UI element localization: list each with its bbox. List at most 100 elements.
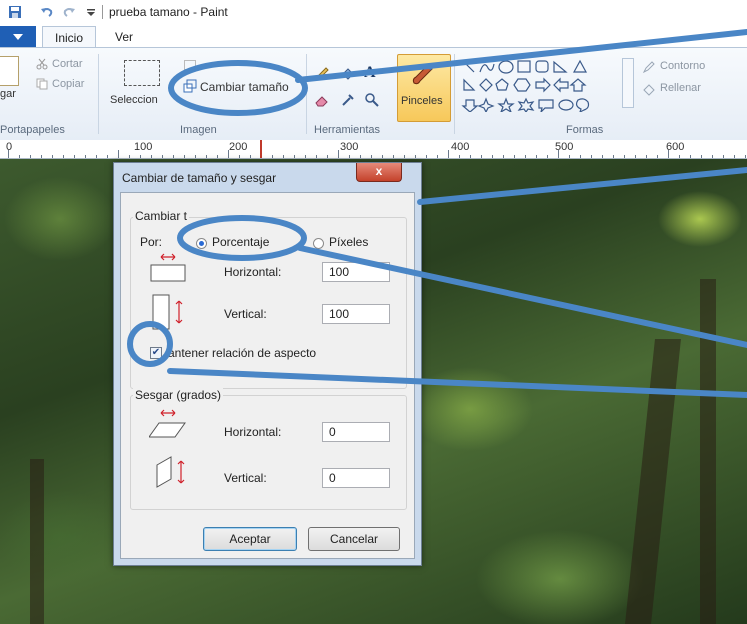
ribbon: gar Cortar Copiar Portapapeles Seleccion…: [0, 47, 747, 141]
ruler-tick: [195, 155, 196, 158]
ruler-tick: [646, 155, 647, 158]
shapes-group-label: Formas: [566, 124, 604, 136]
ruler-tick: [305, 155, 306, 158]
ruler-tick: [481, 155, 482, 158]
horizontal-input[interactable]: [322, 262, 390, 282]
ruler-tick: [96, 155, 97, 158]
ruler-tick: [118, 150, 119, 158]
clipboard-group-label: Portapapeles: [0, 124, 65, 136]
ruler-tick: [536, 155, 537, 158]
title-bar: prueba tamano - Paint: [0, 0, 747, 24]
ruler-tick: [162, 155, 163, 158]
ruler-tick: [426, 155, 427, 158]
skew-vertical-input[interactable]: [322, 468, 390, 488]
select-button[interactable]: Seleccion: [110, 94, 158, 106]
by-label: Por:: [140, 235, 163, 249]
copy-button[interactable]: Copiar: [52, 78, 84, 90]
ruler-label: 400: [451, 141, 470, 153]
dialog-close-button[interactable]: x: [356, 163, 402, 182]
eraser-icon[interactable]: [314, 92, 330, 108]
skew-horizontal-input[interactable]: [322, 422, 390, 442]
dialog-body: Cambiar t Por: Porcentaje Píxeles Horizo…: [120, 192, 415, 559]
ruler-tick: [448, 150, 449, 158]
ruler-tick: [591, 155, 592, 158]
tab-ver[interactable]: Ver: [104, 26, 144, 48]
fill-button[interactable]: Rellenar: [660, 82, 701, 94]
ruler-tick: [129, 155, 130, 158]
redo-icon[interactable]: [62, 5, 76, 19]
paint-window: prueba tamano - Paint Inicio Ver gar Cor…: [0, 0, 747, 624]
group-separator: [98, 54, 99, 134]
vertical-skew-icon: [156, 456, 185, 488]
ruler-tick: [525, 155, 526, 158]
copy-icon: [36, 78, 48, 90]
ruler-tick: [657, 155, 658, 158]
cancel-button[interactable]: Cancelar: [308, 527, 400, 551]
ruler-tick: [327, 155, 328, 158]
group-separator: [306, 54, 307, 134]
undo-icon[interactable]: [40, 5, 54, 19]
magnifier-icon[interactable]: [364, 92, 380, 108]
pixels-radio[interactable]: [313, 238, 324, 249]
window-title: prueba tamano - Paint: [109, 5, 228, 19]
paste-icon[interactable]: [0, 56, 19, 86]
ribbon-tabs: Inicio Ver: [0, 24, 747, 49]
percent-option-label[interactable]: Porcentaje: [212, 235, 269, 249]
tree-trunk: [30, 459, 44, 624]
text-tool-button[interactable]: A: [364, 64, 376, 82]
ruler-tick: [272, 155, 273, 158]
keep-ratio-checkbox[interactable]: ✔: [150, 347, 162, 359]
ruler-tick: [690, 155, 691, 158]
resize-button[interactable]: Cambiar tamaño: [200, 80, 289, 94]
tab-inicio[interactable]: Inicio: [42, 26, 96, 49]
ruler-tick: [437, 155, 438, 158]
keep-ratio-label[interactable]: antener relación de aspecto: [168, 346, 316, 360]
ok-button[interactable]: Aceptar: [203, 527, 297, 551]
skew-vertical-label: Vertical:: [224, 471, 267, 485]
vertical-input[interactable]: [322, 304, 390, 324]
brushes-button[interactable]: Pinceles: [397, 54, 451, 122]
paste-label[interactable]: gar: [0, 88, 16, 100]
ruler-tick: [173, 155, 174, 158]
image-group-label: Imagen: [180, 124, 217, 136]
pixels-option-label[interactable]: Píxeles: [329, 235, 368, 249]
ruler-tick: [349, 155, 350, 158]
ruler-tick: [712, 155, 713, 158]
ruler-tick: [635, 155, 636, 158]
ruler-tick: [404, 155, 405, 158]
pencil-icon[interactable]: [314, 66, 330, 82]
ruler-tick: [360, 155, 361, 158]
ruler-tick: [734, 155, 735, 158]
save-icon[interactable]: [8, 5, 22, 19]
ruler-tick: [294, 155, 295, 158]
shapes-scrollbar[interactable]: [622, 58, 634, 108]
ruler-tick: [679, 155, 680, 158]
ruler-tick: [206, 155, 207, 158]
outline-icon: [642, 61, 655, 74]
fill-icon[interactable]: [340, 66, 356, 82]
ruler-tick: [459, 155, 460, 158]
outline-button[interactable]: Contorno: [660, 60, 705, 72]
scissors-icon: [36, 58, 48, 70]
color-picker-icon[interactable]: [340, 92, 356, 108]
file-menu-button[interactable]: [0, 26, 36, 48]
percent-radio[interactable]: [196, 238, 207, 249]
ruler-label: 200: [229, 141, 248, 153]
select-icon[interactable]: [124, 60, 160, 86]
ruler-tick: [723, 155, 724, 158]
crop-icon[interactable]: [184, 60, 196, 70]
shapes-gallery-icon[interactable]: [460, 58, 626, 112]
ruler-tick: [151, 155, 152, 158]
horizontal-resize-icon: [150, 253, 186, 282]
ruler-tick: [613, 155, 614, 158]
customize-dropdown-icon[interactable]: [84, 5, 98, 19]
horizontal-skew-icon: [149, 409, 186, 438]
brushes-label: Pinceles: [401, 95, 443, 107]
ruler-tick: [184, 155, 185, 158]
ruler-tick: [382, 155, 383, 158]
ruler-tick: [514, 155, 515, 158]
group-separator: [454, 54, 455, 134]
ruler-tick: [569, 155, 570, 158]
horizontal-label: Horizontal:: [224, 265, 282, 279]
cut-button[interactable]: Cortar: [52, 58, 83, 70]
